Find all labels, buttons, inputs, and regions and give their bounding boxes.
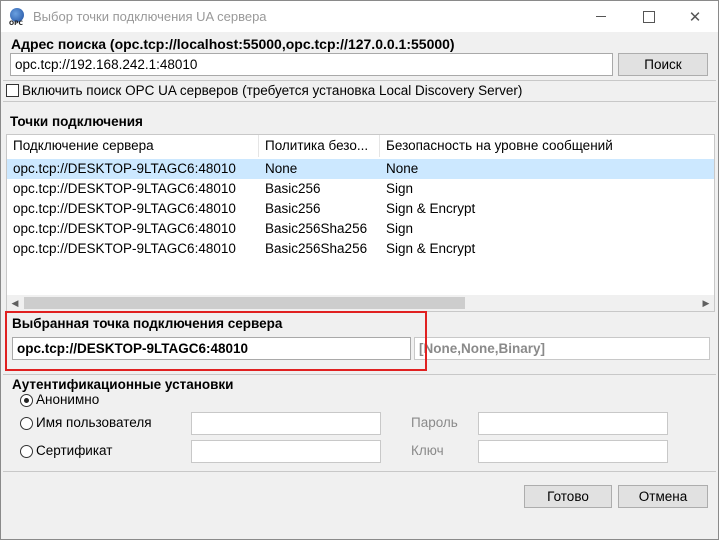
cell-policy: Basic256 xyxy=(265,181,321,196)
table-row[interactable]: opc.tcp://DESKTOP-9LTAGC6:48010 Basic256… xyxy=(7,199,714,219)
anonymous-label: Анонимно xyxy=(36,392,100,407)
maximize-icon xyxy=(643,10,655,23)
cell-policy: Basic256Sha256 xyxy=(265,241,368,256)
search-button[interactable]: Поиск xyxy=(618,53,708,76)
table-row[interactable]: opc.tcp://DESKTOP-9LTAGC6:48010 Basic256… xyxy=(7,219,714,239)
certificate-input[interactable] xyxy=(191,440,381,463)
table-row[interactable]: opc.tcp://DESKTOP-9LTAGC6:48010 Basic256… xyxy=(7,179,714,199)
scroll-left-icon[interactable]: ◀ xyxy=(7,295,23,311)
horizontal-scrollbar[interactable]: ◀ ▶ xyxy=(7,295,714,311)
key-label: Ключ xyxy=(411,443,444,458)
column-header-policy[interactable]: Политика безо... xyxy=(259,135,380,157)
cell-policy: None xyxy=(265,161,298,176)
table-row[interactable]: opc.tcp://DESKTOP-9LTAGC6:48010 None Non… xyxy=(7,159,714,179)
cancel-button[interactable]: Отмена xyxy=(618,485,708,508)
minimize-button[interactable] xyxy=(578,1,624,32)
ok-button[interactable]: Готово xyxy=(524,485,612,508)
selected-endpoint-highlight xyxy=(5,311,427,371)
dialog-window: OPC Выбор точки подключения UA сервера ✕… xyxy=(0,0,719,540)
window-title: Выбор точки подключения UA сервера xyxy=(33,9,267,24)
endpoints-list[interactable]: Подключение сервера Политика безо... Без… xyxy=(6,134,715,312)
cell-message-security: Sign & Encrypt xyxy=(386,201,476,216)
radio-anonymous[interactable] xyxy=(20,394,33,407)
endpoints-group-label: Точки подключения xyxy=(10,114,143,129)
cell-message-security: None xyxy=(386,161,419,176)
radio-username[interactable] xyxy=(20,417,33,430)
scroll-right-icon[interactable]: ▶ xyxy=(698,295,714,311)
password-input[interactable] xyxy=(478,412,668,435)
cell-connection: opc.tcp://DESKTOP-9LTAGC6:48010 xyxy=(13,221,236,236)
title-bar: OPC Выбор точки подключения UA сервера ✕ xyxy=(1,1,718,32)
radio-certificate[interactable] xyxy=(20,445,33,458)
cell-policy: Basic256 xyxy=(265,201,321,216)
discovery-label: Включить поиск OPC UA серверов (требуетс… xyxy=(22,83,523,98)
table-row[interactable]: opc.tcp://DESKTOP-9LTAGC6:48010 Basic256… xyxy=(7,239,714,259)
cell-message-security: Sign xyxy=(386,221,414,236)
cell-connection: opc.tcp://DESKTOP-9LTAGC6:48010 xyxy=(13,181,236,196)
key-input[interactable] xyxy=(478,440,668,463)
search-address-input[interactable]: opc.tcp://192.168.242.1:48010 xyxy=(10,53,613,76)
opc-app-icon: OPC xyxy=(9,7,27,26)
discovery-checkbox[interactable] xyxy=(6,84,19,97)
close-icon: ✕ xyxy=(688,7,702,26)
cell-message-security: Sign & Encrypt xyxy=(386,241,476,256)
scrollbar-thumb[interactable] xyxy=(24,297,465,309)
maximize-button[interactable] xyxy=(626,1,672,32)
cell-connection: opc.tcp://DESKTOP-9LTAGC6:48010 xyxy=(13,201,236,216)
auth-group-label: Аутентификационные установки xyxy=(12,377,234,392)
security-summary-field: [None,None,Binary] xyxy=(414,337,710,360)
cell-policy: Basic256Sha256 xyxy=(265,221,368,236)
cell-connection: opc.tcp://DESKTOP-9LTAGC6:48010 xyxy=(13,161,236,176)
column-header-message-security[interactable]: Безопасность на уровне сообщений xyxy=(380,135,714,157)
search-address-label: Адрес поиска (opc.tcp://localhost:55000,… xyxy=(11,36,455,52)
certificate-label: Сертификат xyxy=(36,443,113,458)
username-label: Имя пользователя xyxy=(36,415,152,430)
close-button[interactable]: ✕ xyxy=(672,1,718,32)
column-header-connection[interactable]: Подключение сервера xyxy=(7,135,259,157)
cell-message-security: Sign xyxy=(386,181,414,196)
username-input[interactable] xyxy=(191,412,381,435)
cell-connection: opc.tcp://DESKTOP-9LTAGC6:48010 xyxy=(13,241,236,256)
endpoints-list-header: Подключение сервера Политика безо... Без… xyxy=(7,135,714,157)
minimize-icon xyxy=(596,16,606,17)
password-label: Пароль xyxy=(411,415,458,430)
